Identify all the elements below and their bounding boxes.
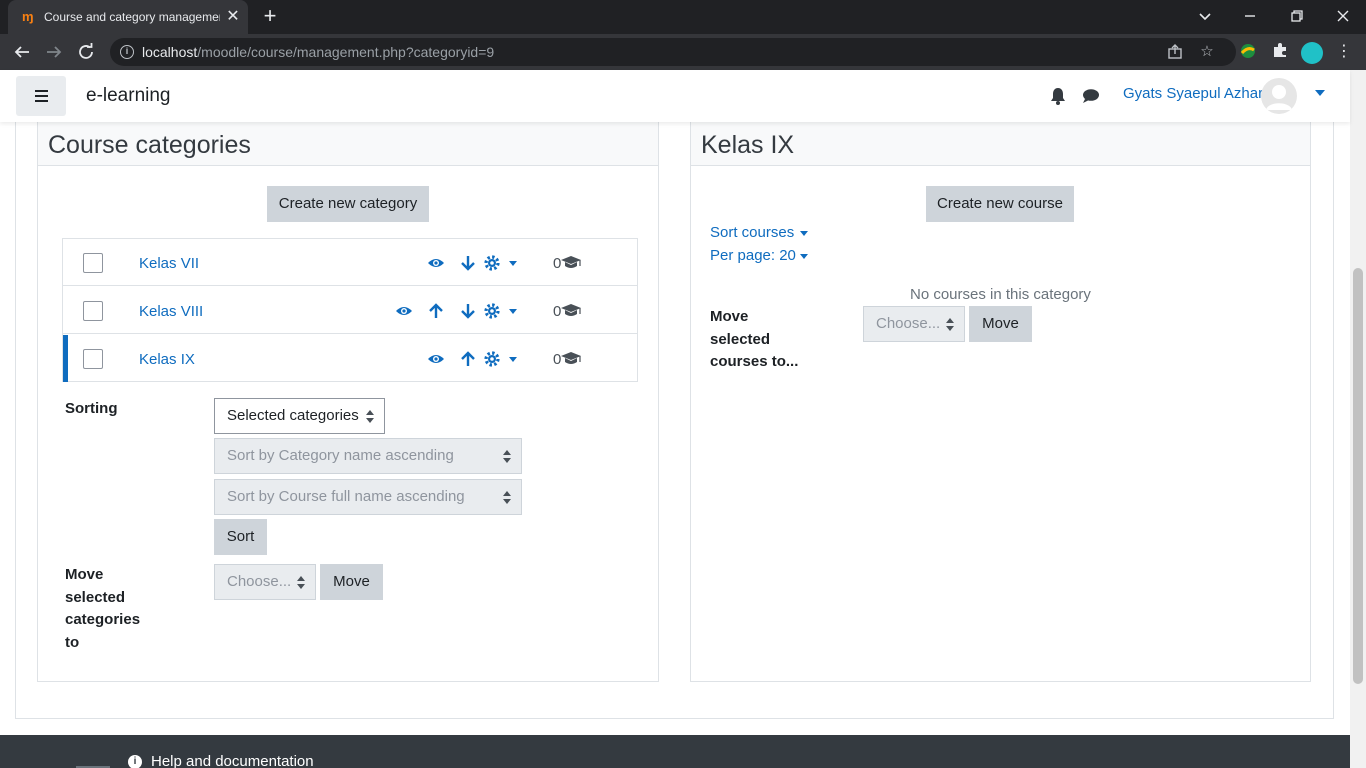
- arrow-down-icon[interactable]: [459, 302, 477, 320]
- chat-icon[interactable]: [1082, 88, 1102, 106]
- site-navbar: e-learning Gyats Syaepul Azhar: [0, 70, 1350, 122]
- select-arrows-icon: [503, 491, 511, 504]
- list-item: Kelas VII 0: [63, 239, 637, 286]
- sorting-select[interactable]: Selected categories: [214, 398, 385, 434]
- menu-kebab-icon[interactable]: ⋮: [1336, 42, 1352, 62]
- sort-courses-dropdown[interactable]: Sort courses: [710, 224, 808, 242]
- page-footer: i Help and documentation: [0, 735, 1350, 768]
- select-arrows-icon: [503, 450, 511, 463]
- url-text[interactable]: localhost/moodle/course/management.php?c…: [142, 44, 494, 60]
- user-name[interactable]: Gyats Syaepul Azhar: [1123, 85, 1263, 103]
- select-arrows-icon: [297, 576, 305, 589]
- category-checkbox[interactable]: [83, 253, 103, 273]
- new-tab-button[interactable]: +: [258, 5, 282, 29]
- url-path: /moodle/course/management.php?categoryid…: [197, 44, 495, 60]
- tab-title: Course and category management: [44, 10, 220, 24]
- arrow-up-icon[interactable]: [459, 350, 477, 368]
- select-arrows-icon: [366, 410, 374, 423]
- list-item: Kelas VIII 0: [63, 287, 637, 334]
- eye-icon[interactable]: [427, 350, 445, 368]
- minimize-icon[interactable]: [1238, 4, 1262, 28]
- category-link[interactable]: Kelas VIII: [139, 303, 203, 321]
- create-new-category-button[interactable]: Create new category: [267, 186, 429, 222]
- panel-header: Kelas IX: [691, 122, 1310, 166]
- graduation-cap-icon: [560, 351, 582, 367]
- move-courses-label: Move selected courses to...: [710, 308, 799, 370]
- browser-toolbar: i localhost/moodle/course/management.php…: [0, 34, 1366, 70]
- restore-icon[interactable]: [1285, 4, 1309, 28]
- bell-icon[interactable]: [1050, 87, 1068, 105]
- back-icon[interactable]: [10, 40, 34, 64]
- panel-header: Course categories: [38, 122, 658, 166]
- caret-down-icon[interactable]: [509, 309, 517, 314]
- move-category-select-value: Choose...: [227, 573, 292, 590]
- sort-course-select[interactable]: Sort by Course full name ascending: [214, 479, 522, 515]
- graduation-cap-icon: [560, 303, 582, 319]
- category-checkbox[interactable]: [83, 301, 103, 321]
- sort-course-select-value: Sort by Course full name ascending: [227, 488, 465, 505]
- forward-icon[interactable]: [42, 40, 66, 64]
- reload-icon[interactable]: [74, 40, 98, 64]
- move-course-select[interactable]: Choose...: [863, 306, 965, 342]
- browser-tabbar: ɱ Course and category management ✕ +: [0, 0, 1366, 34]
- hamburger-icon[interactable]: [16, 76, 66, 116]
- gear-icon[interactable]: [483, 254, 501, 272]
- eye-icon[interactable]: [395, 302, 413, 320]
- caret-down-icon: [800, 254, 808, 259]
- user-avatar[interactable]: [1261, 78, 1297, 114]
- site-brand[interactable]: e-learning: [86, 85, 171, 107]
- moodle-favicon-icon: ɱ: [22, 9, 34, 24]
- create-new-course-button[interactable]: Create new course: [926, 186, 1074, 222]
- no-courses-message: No courses in this category: [910, 286, 1091, 303]
- sort-category-select-value: Sort by Category name ascending: [227, 447, 454, 464]
- caret-down-icon: [800, 231, 808, 236]
- move-category-select[interactable]: Choose...: [214, 564, 316, 600]
- sort-button[interactable]: Sort: [214, 519, 267, 555]
- sorting-label: Sorting: [65, 400, 118, 417]
- site-info-icon[interactable]: i: [120, 45, 134, 59]
- panel-title: Kelas IX: [701, 131, 795, 159]
- sort-courses-label: Sort courses: [710, 224, 795, 241]
- scrollbar-thumb[interactable]: [1353, 268, 1363, 684]
- panel-title: Course categories: [48, 131, 251, 159]
- tab-close-icon[interactable]: ✕: [224, 7, 242, 27]
- tab-search-icon[interactable]: [1193, 4, 1217, 28]
- sort-category-select[interactable]: Sort by Category name ascending: [214, 438, 522, 474]
- per-page-label: Per page: 20: [710, 247, 796, 264]
- per-page-dropdown[interactable]: Per page: 20: [710, 247, 808, 265]
- eye-icon[interactable]: [427, 254, 445, 272]
- bookmark-star-icon[interactable]: ☆: [1198, 43, 1216, 61]
- caret-down-icon[interactable]: [509, 357, 517, 362]
- extension-icon[interactable]: [1238, 42, 1258, 62]
- arrow-up-icon[interactable]: [427, 302, 445, 320]
- select-arrows-icon: [946, 318, 954, 331]
- url-host: localhost: [142, 44, 198, 60]
- caret-down-icon[interactable]: [1315, 90, 1325, 96]
- gear-icon[interactable]: [483, 350, 501, 368]
- move-course-select-value: Choose...: [876, 315, 941, 332]
- gear-icon[interactable]: [483, 302, 501, 320]
- category-link[interactable]: Kelas IX: [139, 351, 195, 369]
- arrow-down-icon[interactable]: [459, 254, 477, 272]
- browser-tab-active[interactable]: ɱ Course and category management ✕: [8, 0, 248, 34]
- category-checkbox[interactable]: [83, 349, 103, 369]
- list-item-active: Kelas IX 0: [63, 335, 637, 382]
- info-icon: i: [128, 755, 142, 768]
- address-bar[interactable]: i localhost/moodle/course/management.php…: [110, 38, 1236, 66]
- move-categories-label: Move selected categories to: [65, 566, 141, 651]
- category-link[interactable]: Kelas VII: [139, 255, 199, 273]
- puzzle-icon[interactable]: [1270, 42, 1290, 62]
- move-categories-button[interactable]: Move: [320, 564, 383, 600]
- close-window-icon[interactable]: [1331, 4, 1355, 28]
- caret-down-icon[interactable]: [509, 261, 517, 266]
- help-documentation-link[interactable]: Help and documentation: [151, 753, 314, 768]
- page-scrollbar[interactable]: [1350, 70, 1366, 768]
- share-icon[interactable]: [1166, 43, 1184, 61]
- sorting-select-value: Selected categories: [227, 407, 359, 424]
- move-courses-button[interactable]: Move: [969, 306, 1032, 342]
- profile-icon[interactable]: [1301, 42, 1323, 64]
- category-list: Kelas VII 0 Kelas VIII 0 Kelas IX 0: [62, 238, 638, 382]
- graduation-cap-icon: [560, 255, 582, 271]
